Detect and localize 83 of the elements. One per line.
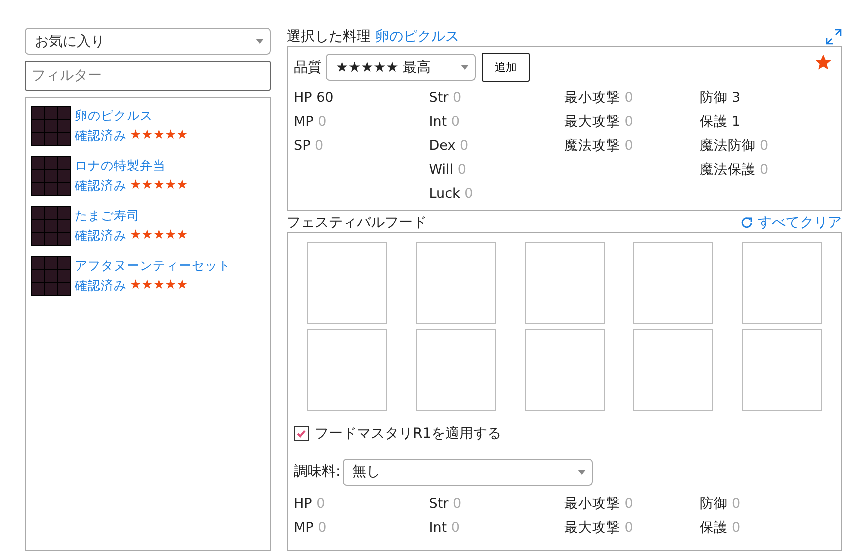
food-slot[interactable] <box>742 242 822 324</box>
favorite-star-icon[interactable] <box>816 55 831 70</box>
star-icon: ★ <box>176 276 188 296</box>
food-slot[interactable] <box>633 328 714 411</box>
quality-dropdown[interactable]: ★★★★★ 最高 <box>326 54 476 82</box>
star-icon: ★ <box>130 176 142 196</box>
food-slot[interactable] <box>742 328 822 411</box>
stat-text: Luck 0 <box>429 185 474 204</box>
stat-text: 保護 0 <box>700 518 742 538</box>
stat-text: 防御 0 <box>700 494 742 514</box>
stat-text: 魔法防御 0 <box>700 137 770 156</box>
stat-text: 魔法保護 0 <box>700 161 770 180</box>
star-icon: ★ <box>164 276 177 296</box>
star-icon: ★ <box>130 276 142 296</box>
stat-text: 最大攻撃 0 <box>564 113 634 132</box>
star-icon: ★ <box>164 226 177 246</box>
food-image-placeholder <box>31 256 71 296</box>
stat-text: Str 0 <box>429 494 463 514</box>
star-icon: ★ <box>164 176 177 196</box>
food-image-placeholder <box>31 106 71 146</box>
star-icon: ★ <box>164 126 177 146</box>
stat-text: 最大攻撃 0 <box>564 518 634 538</box>
refresh-icon <box>741 216 753 229</box>
caret-icon <box>256 39 264 44</box>
dish-name-link[interactable]: たまご寿司 <box>75 206 188 226</box>
status-text: 確認済み <box>75 227 127 245</box>
stat-text: Int 0 <box>429 518 461 538</box>
clear-all-link[interactable]: すべてクリア <box>741 214 842 232</box>
star-icon: ★ <box>142 226 154 246</box>
stat-text: 最小攻撃 0 <box>564 494 634 514</box>
food-image-placeholder <box>31 206 71 246</box>
stat-text: HP 60 <box>294 89 335 108</box>
caret-icon <box>578 470 586 475</box>
star-icon: ★ <box>130 126 142 146</box>
star-icon: ★ <box>153 176 165 196</box>
food-slot[interactable] <box>416 242 496 324</box>
star-icon: ★ <box>142 276 154 296</box>
status-text: 確認済み <box>75 277 127 295</box>
food-slot[interactable] <box>307 328 387 411</box>
dish-name-link[interactable]: 卵のピクルス <box>75 106 188 126</box>
star-icon: ★ <box>142 126 154 146</box>
stat-text: 防御 3 <box>700 89 742 108</box>
status-text: 確認済み <box>75 177 127 195</box>
star-icon: ★ <box>130 226 142 246</box>
status-text: 確認済み <box>75 127 127 145</box>
quality-label: 品質 <box>294 58 322 77</box>
expand-icon[interactable] <box>826 29 842 46</box>
stat-text: 保護 1 <box>700 113 742 132</box>
food-slot[interactable] <box>524 242 604 324</box>
stat-text: Int 0 <box>429 113 461 132</box>
food-slot[interactable] <box>416 328 496 411</box>
star-icon: ★ <box>153 226 165 246</box>
selected-dish-title: 選択した料理 卵のピクルス <box>287 28 460 46</box>
checkmark-icon <box>297 430 306 438</box>
add-button[interactable]: 追加 <box>482 53 530 82</box>
food-image-placeholder <box>31 156 71 196</box>
caret-icon <box>461 65 469 70</box>
stat-text: Str 0 <box>429 89 463 108</box>
stat-text: HP 0 <box>294 494 326 514</box>
star-icon: ★ <box>153 276 165 296</box>
filter-field[interactable]: フィルター <box>25 61 271 91</box>
food-slot[interactable] <box>633 242 714 324</box>
star-icon: ★ <box>176 126 188 146</box>
star-icon: ★ <box>176 176 188 196</box>
stat-text: Will 0 <box>429 161 468 180</box>
dish-name-link[interactable]: ロナの特製弁当 <box>75 156 188 176</box>
star-icon: ★ <box>142 176 154 196</box>
dish-name-link[interactable]: アフタヌーンティーセット <box>75 256 231 276</box>
seasoning-label: 調味料: <box>294 463 341 482</box>
stat-text: MP 0 <box>294 113 328 132</box>
category-dropdown[interactable]: お気に入り <box>25 28 271 55</box>
stat-text: MP 0 <box>294 518 328 538</box>
stat-text: 魔法攻撃 0 <box>564 137 634 156</box>
stat-text: Dex 0 <box>429 137 470 156</box>
mastery-checkbox[interactable]: フードマスタリR1を適用する <box>294 424 835 443</box>
seasoning-dropdown[interactable]: 無し <box>342 458 593 486</box>
festival-food-title: フェスティバルフード <box>287 214 427 232</box>
stat-text: SP 0 <box>294 137 325 156</box>
food-slot[interactable] <box>524 328 604 411</box>
star-icon: ★ <box>153 126 165 146</box>
food-slot[interactable] <box>307 242 387 324</box>
stat-text: 最小攻撃 0 <box>564 89 634 108</box>
star-icon: ★ <box>176 226 188 246</box>
